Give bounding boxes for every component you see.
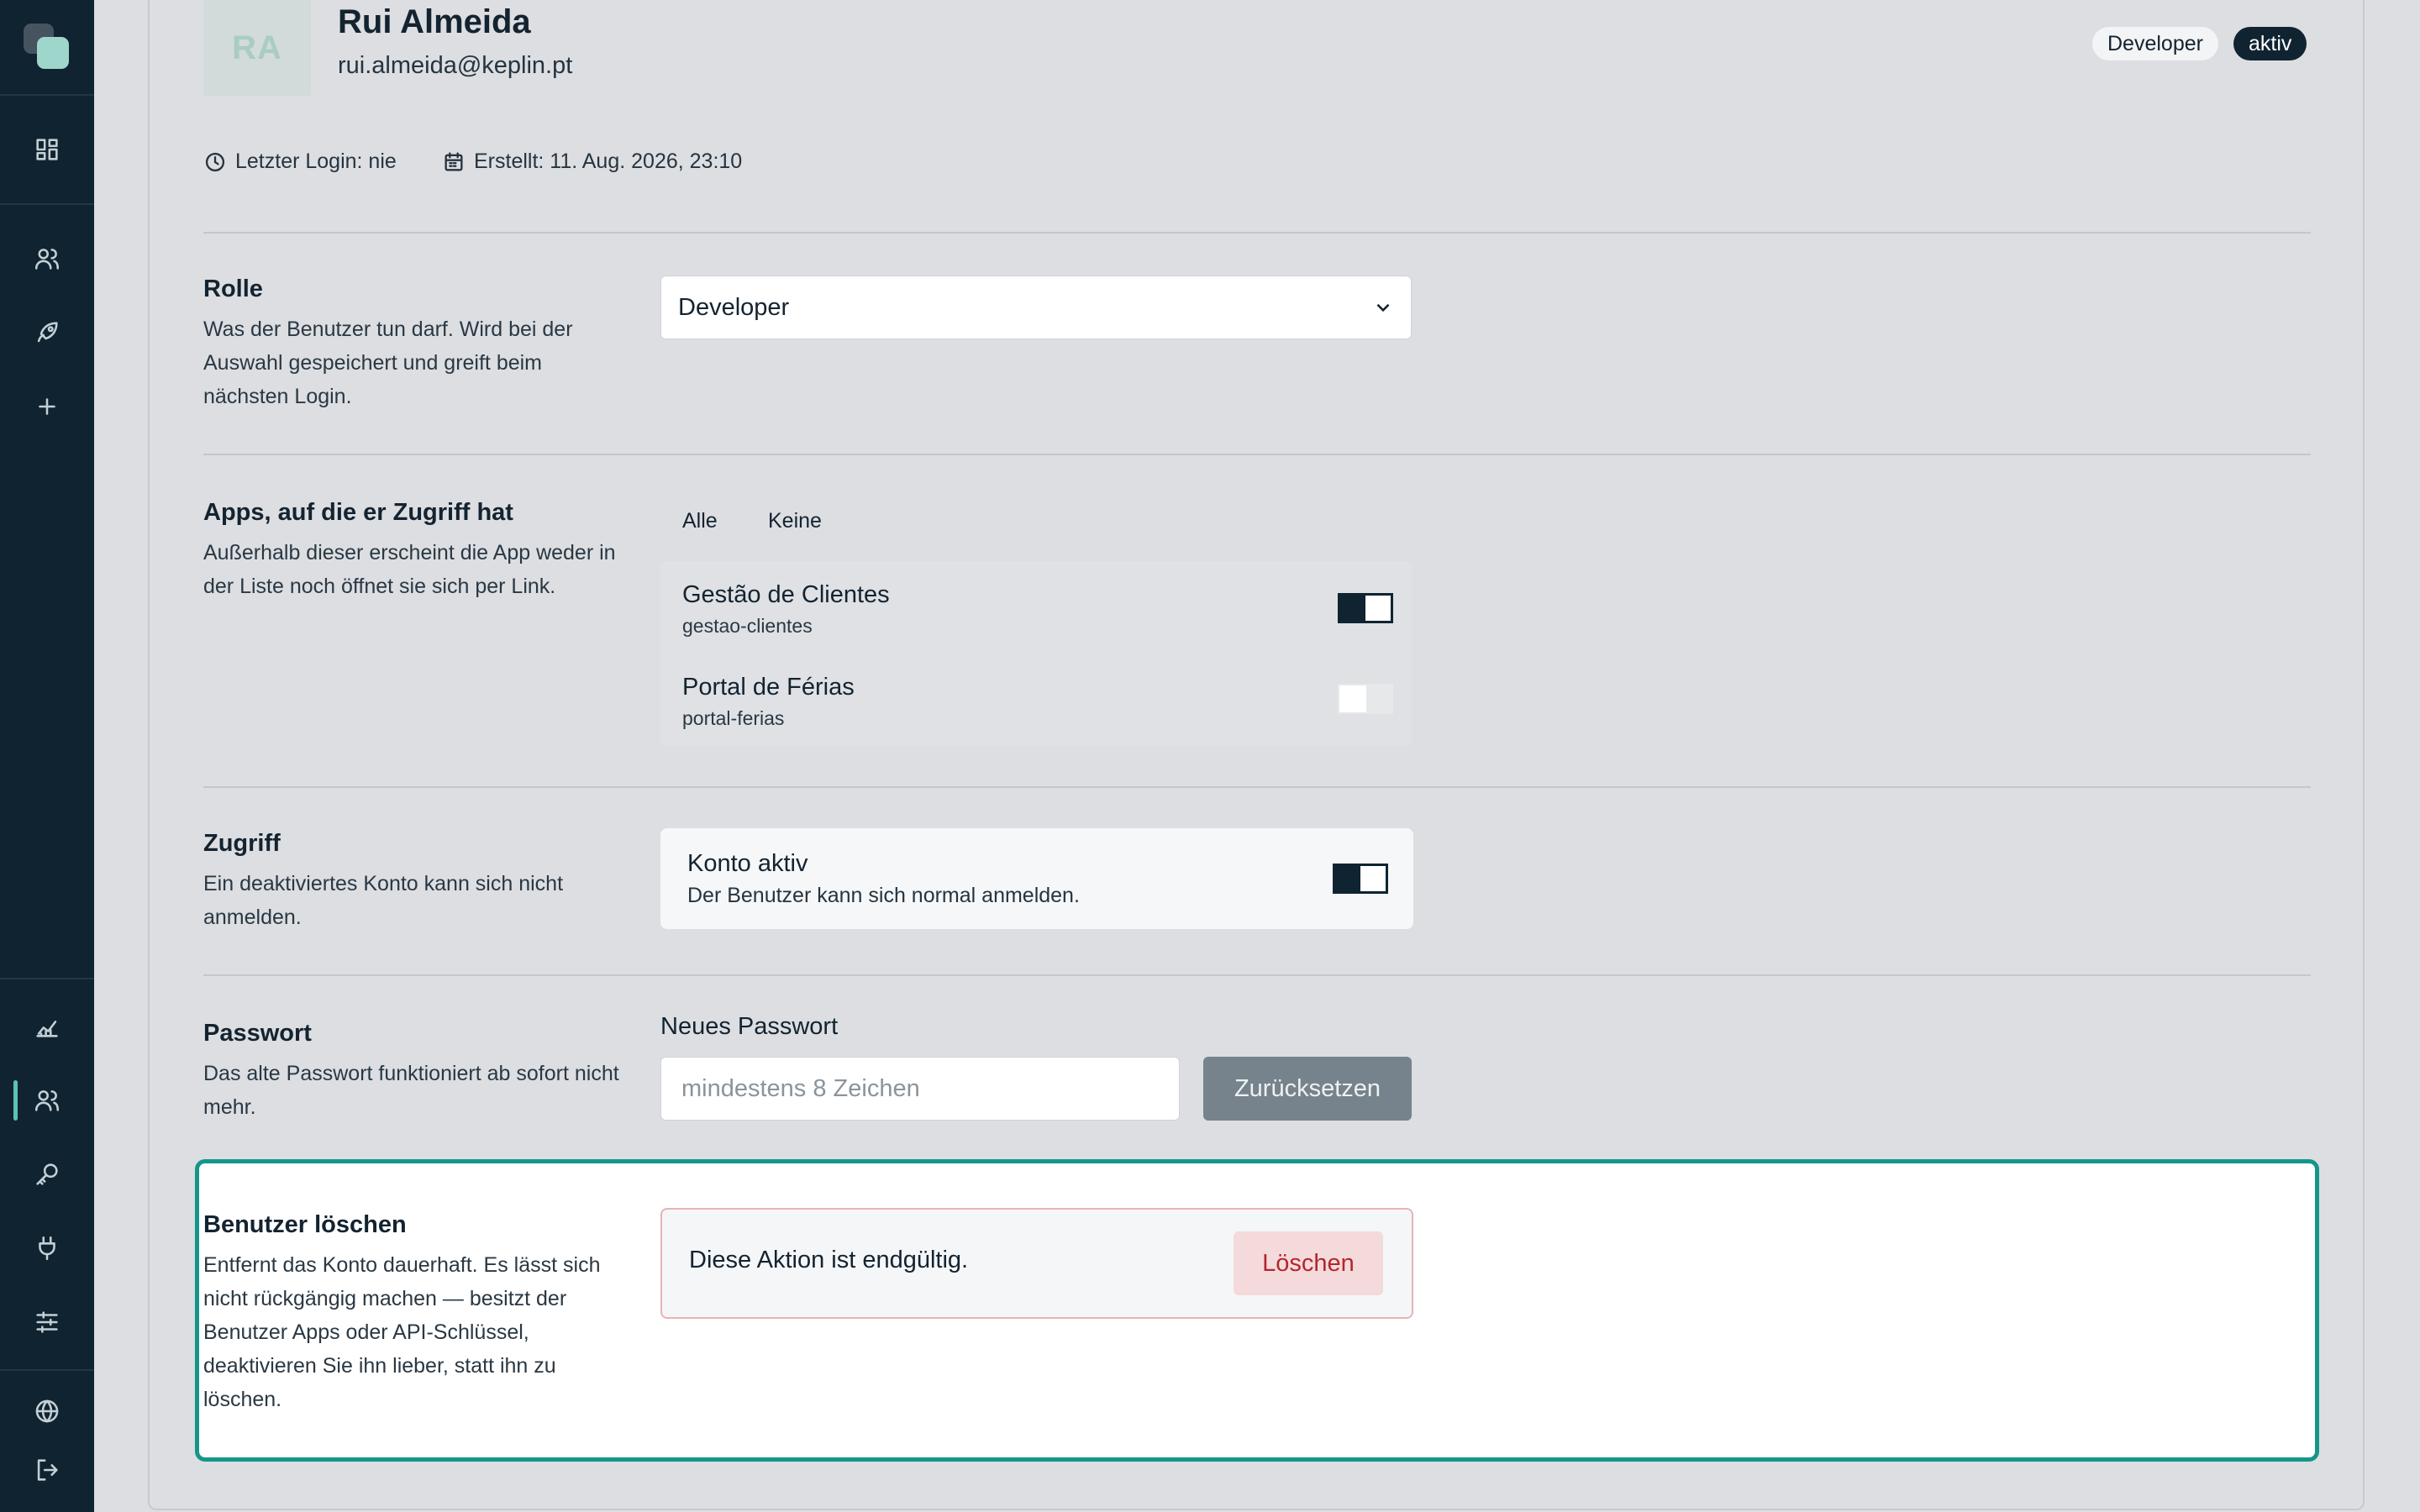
sidebar-item-language[interactable] (0, 1384, 94, 1438)
app-logo[interactable] (24, 24, 71, 71)
sidebar-item-deployments[interactable] (0, 306, 94, 360)
last-login-text: Letzter Login: nie (235, 150, 397, 173)
app-access-toggle[interactable] (1338, 593, 1393, 623)
key-icon (36, 1163, 58, 1185)
reset-password-button[interactable]: Zurücksetzen (1203, 1057, 1412, 1121)
new-password-label: Neues Passwort (660, 1013, 839, 1040)
role-section-title: Rolle (203, 276, 263, 302)
delete-user-button[interactable]: Löschen (1234, 1231, 1383, 1295)
app-slug: gestao-clientes (682, 615, 813, 637)
created-info: Erstellt: 11. Aug. 2026, 23:10 (442, 150, 742, 174)
sidebar-divider (0, 1369, 94, 1371)
globe-icon (35, 1399, 59, 1423)
list-item: Gestão de Clientes gestao-clientes (660, 561, 1412, 652)
new-password-input[interactable] (660, 1057, 1180, 1121)
rocket-icon (37, 322, 58, 343)
account-active-toggle[interactable] (1333, 864, 1388, 894)
select-no-apps-button[interactable]: Keine (768, 509, 822, 533)
role-badge: Developer (2092, 27, 2218, 60)
sidebar-item-api-keys[interactable] (0, 1147, 94, 1201)
section-divider (203, 232, 2311, 234)
chevron-down-icon (1376, 303, 1390, 312)
sidebar-item-settings[interactable] (0, 1295, 94, 1349)
app-access-list: Gestão de Clientes gestao-clientes Porta… (660, 561, 1412, 746)
account-active-title: Konto aktiv (687, 850, 808, 877)
role-section-description: Was der Benutzer tun darf. Wird bei der … (203, 318, 573, 408)
list-item: Portal de Férias portal-ferias (660, 654, 1412, 744)
user-email: rui.almeida@keplin.pt (338, 52, 573, 79)
select-all-apps-button[interactable]: Alle (682, 509, 718, 533)
logout-icon (37, 1459, 58, 1481)
delete-warning-box: Diese Aktion ist endgültig. Löschen (660, 1208, 1413, 1319)
section-divider (203, 454, 2311, 455)
apps-section-description: Außerhalb dieser erscheint die App weder… (203, 541, 616, 598)
account-active-box: Konto aktiv Der Benutzer kann sich norma… (660, 828, 1413, 929)
delete-section-description: Entfernt das Konto dauerhaft. Es lässt s… (203, 1253, 601, 1411)
sliders-icon (36, 1311, 58, 1333)
sidebar-divider (0, 978, 94, 979)
sidebar-item-dashboard[interactable] (0, 123, 94, 176)
last-login-info: Letzter Login: nie (203, 150, 397, 174)
section-divider (203, 974, 2311, 976)
access-section-description: Ein deaktiviertes Konto kann sich nicht … (203, 872, 564, 929)
sidebar-item-add[interactable] (0, 380, 94, 433)
sidebar-item-logout[interactable] (0, 1443, 94, 1497)
sidebar-item-analytics[interactable] (0, 1000, 94, 1053)
delete-section-title: Benutzer löschen (203, 1211, 407, 1238)
users-icon (34, 249, 60, 270)
created-text: Erstellt: 11. Aug. 2026, 23:10 (474, 150, 743, 173)
sidebar-item-team[interactable] (0, 232, 94, 286)
clock-icon (205, 152, 225, 171)
app-access-toggle[interactable] (1338, 684, 1393, 714)
sidebar-item-integrations[interactable] (0, 1221, 94, 1275)
sidebar (0, 0, 94, 1512)
app-slug: portal-ferias (682, 707, 785, 729)
calendar-icon (445, 151, 463, 171)
password-section-title: Passwort (203, 1020, 312, 1047)
user-name: Rui Almeida (338, 3, 531, 40)
analytics-icon (36, 1021, 58, 1037)
avatar: RA (203, 0, 311, 96)
status-badge: aktiv (2233, 27, 2307, 60)
dashboard-icon (36, 139, 58, 160)
role-select-value: Developer (678, 293, 790, 321)
sidebar-divider (0, 94, 94, 96)
app-name: Gestão de Clientes (682, 581, 890, 608)
sidebar-item-users[interactable] (0, 1074, 94, 1127)
sidebar-divider (0, 203, 94, 205)
role-select[interactable]: Developer (660, 276, 1412, 339)
plug-icon (39, 1236, 55, 1261)
users-icon (34, 1090, 60, 1111)
access-section-title: Zugriff (203, 830, 281, 857)
plus-icon (39, 398, 55, 415)
delete-warning-text: Diese Aktion ist endgültig. (689, 1247, 969, 1273)
app-name: Portal de Férias (682, 674, 855, 701)
apps-section-title: Apps, auf die er Zugriff hat (203, 499, 513, 526)
account-active-description: Der Benutzer kann sich normal anmelden. (687, 884, 1080, 907)
section-divider (203, 786, 2311, 788)
password-section-description: Das alte Passwort funktioniert ab sofort… (203, 1062, 619, 1119)
